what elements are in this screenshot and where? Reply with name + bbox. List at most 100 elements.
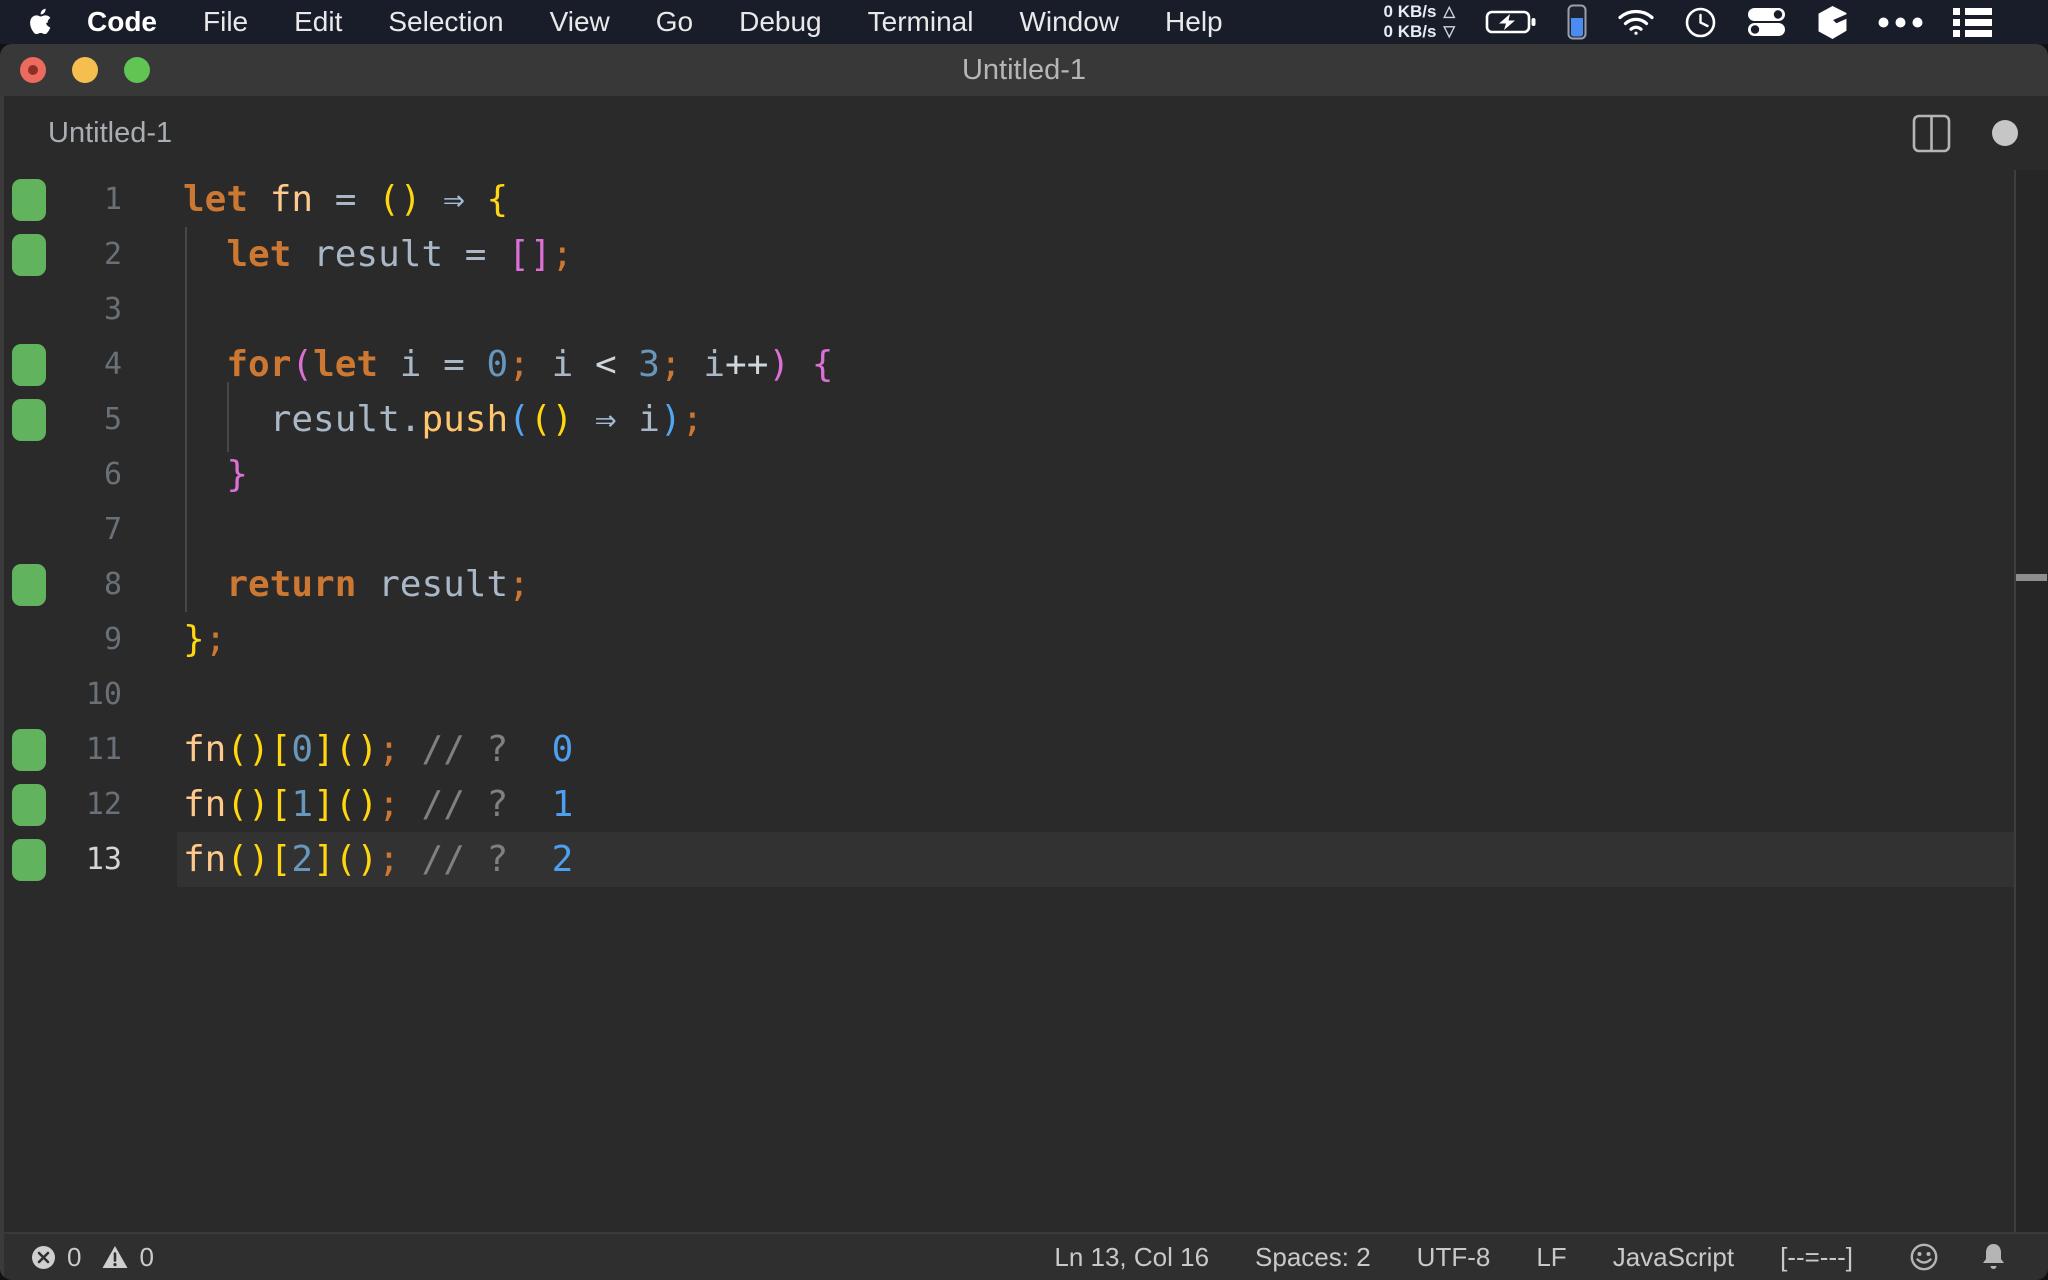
status-language[interactable]: JavaScript — [1613, 1242, 1734, 1273]
line-number[interactable]: 8 — [40, 557, 122, 612]
code-token: result — [378, 564, 509, 605]
wifi-icon[interactable] — [1617, 8, 1655, 36]
status-cursor-position[interactable]: Ln 13, Col 16 — [1054, 1242, 1209, 1273]
overview-ruler[interactable] — [2014, 170, 2048, 1232]
code-token: fn — [183, 729, 227, 770]
code-token: ; — [551, 234, 574, 275]
code-line-7[interactable]: 7 — [0, 502, 2048, 557]
warning-count: 0 — [139, 1241, 154, 1272]
status-eol[interactable]: LF — [1536, 1242, 1566, 1273]
code-token: { — [811, 344, 834, 385]
code-editor[interactable]: 1 let fn = () ⇒ {2 let result = []; 3 4 for… — [0, 170, 2048, 1232]
code-line-9[interactable]: 9}; — [0, 612, 2048, 667]
line-number[interactable]: 10 — [40, 667, 122, 722]
feedback-smiley-icon[interactable] — [1909, 1242, 1939, 1272]
code-token: 3 — [638, 344, 660, 385]
code-token: let — [226, 234, 292, 275]
code-line-6[interactable]: 6 } — [0, 447, 2048, 502]
apple-icon — [30, 8, 51, 35]
code-token: ( — [291, 344, 314, 385]
window-title: Untitled-1 — [961, 53, 1087, 86]
line-number[interactable]: 3 — [40, 282, 122, 337]
battery-charging-icon[interactable] — [1485, 8, 1537, 36]
code-line-10[interactable]: 10 — [0, 667, 2048, 722]
menu-debug[interactable]: Debug — [716, 6, 845, 38]
code-token: } — [183, 619, 205, 660]
code-line-3[interactable]: 3 — [0, 282, 2048, 337]
code-token: let — [183, 179, 249, 220]
menu-bar-status-area: 0 KB/s △ 0 KB/s ▽ — [1384, 2, 2048, 42]
warning-icon — [102, 1246, 128, 1268]
code-line-5[interactable]: 5 result.push(() ⇒ i); — [0, 392, 2048, 447]
code-token: i — [703, 344, 726, 385]
code-token: ) — [768, 344, 791, 385]
line-number[interactable]: 9 — [40, 612, 122, 667]
code-line-12[interactable]: 12 fn()[1](); // ? 1 — [0, 777, 2048, 832]
line-number[interactable]: 6 — [40, 447, 122, 502]
menu-terminal[interactable]: Terminal — [845, 6, 997, 38]
clock-icon[interactable] — [1685, 7, 1716, 38]
menu-selection[interactable]: Selection — [365, 6, 526, 38]
code-token: ] — [313, 839, 335, 880]
control-center-icon[interactable] — [1746, 6, 1787, 38]
error-count: 0 — [67, 1241, 82, 1272]
code-line-1[interactable]: 1 let fn = () ⇒ { — [0, 172, 2048, 227]
code-token: [ — [269, 729, 292, 770]
code-token: 2 — [551, 839, 574, 880]
unsaved-changes-dot[interactable] — [1992, 120, 2018, 146]
overflow-dots-icon[interactable] — [1878, 17, 1923, 28]
status-progress-indicator[interactable]: [--=---] — [1780, 1242, 1853, 1273]
minimize-button[interactable] — [72, 57, 98, 83]
code-token: // ? — [421, 839, 509, 880]
code-token: return — [226, 564, 357, 605]
code-token: () — [378, 179, 422, 220]
code-line-4[interactable]: 4 for(let i = 0; i < 3; i++) { — [0, 337, 2048, 392]
code-token: < — [573, 344, 639, 385]
editor-header-actions — [1911, 113, 2018, 154]
code-token: let — [313, 344, 379, 385]
status-indentation[interactable]: Spaces: 2 — [1255, 1242, 1371, 1273]
desktop: Code File Edit Selection View Go Debug Terminal… — [0, 0, 2048, 1280]
code-token: ( — [508, 399, 530, 440]
menu-go[interactable]: Go — [633, 6, 716, 38]
line-number[interactable]: 13 — [40, 832, 122, 887]
box-app-icon[interactable] — [1817, 5, 1848, 39]
line-number[interactable]: 2 — [40, 227, 122, 282]
menu-code[interactable]: Code — [64, 6, 180, 38]
code-line-13[interactable]: 13 fn()[2](); // ? 2 — [0, 832, 2048, 887]
menu-view[interactable]: View — [527, 6, 633, 38]
window-title-bar[interactable]: Untitled-1 — [0, 44, 2048, 96]
code-token: ; — [378, 839, 400, 880]
zoom-button[interactable] — [124, 57, 150, 83]
code-token: fn — [183, 784, 227, 825]
menu-window[interactable]: Window — [996, 6, 1142, 38]
status-encoding[interactable]: UTF-8 — [1417, 1242, 1491, 1273]
line-number[interactable]: 7 — [40, 502, 122, 557]
close-button[interactable] — [20, 57, 46, 83]
line-number[interactable]: 12 — [40, 777, 122, 832]
line-number[interactable]: 1 — [40, 172, 122, 227]
vertical-battery-icon[interactable] — [1567, 4, 1587, 40]
menu-file[interactable]: File — [180, 6, 271, 38]
split-editor-icon[interactable] — [1911, 113, 1952, 154]
code-token: [ — [269, 784, 292, 825]
menu-help[interactable]: Help — [1142, 6, 1246, 38]
apple-menu[interactable] — [28, 8, 52, 36]
code-line-11[interactable]: 11 fn()[0](); // ? 0 — [0, 722, 2048, 777]
window-controls — [20, 57, 150, 83]
code-line-8[interactable]: 8 return result; — [0, 557, 2048, 612]
code-token: // ? — [421, 729, 509, 770]
problems-status[interactable]: 0 0 — [30, 1242, 164, 1273]
overview-ruler-cursor-marker — [2016, 574, 2047, 581]
line-number[interactable]: 11 — [40, 722, 122, 777]
net-down-value: 0 KB/s — [1383, 22, 1437, 41]
network-speed-indicator[interactable]: 0 KB/s △ 0 KB/s ▽ — [1384, 2, 1455, 42]
menu-edit[interactable]: Edit — [271, 6, 365, 38]
notifications-bell-icon[interactable] — [1979, 1242, 2008, 1272]
code-token: ; — [659, 344, 682, 385]
list-app-icon[interactable] — [1953, 7, 1992, 38]
line-number[interactable]: 5 — [40, 392, 122, 447]
line-number[interactable]: 4 — [40, 337, 122, 392]
code-line-2[interactable]: 2 let result = []; — [0, 227, 2048, 282]
